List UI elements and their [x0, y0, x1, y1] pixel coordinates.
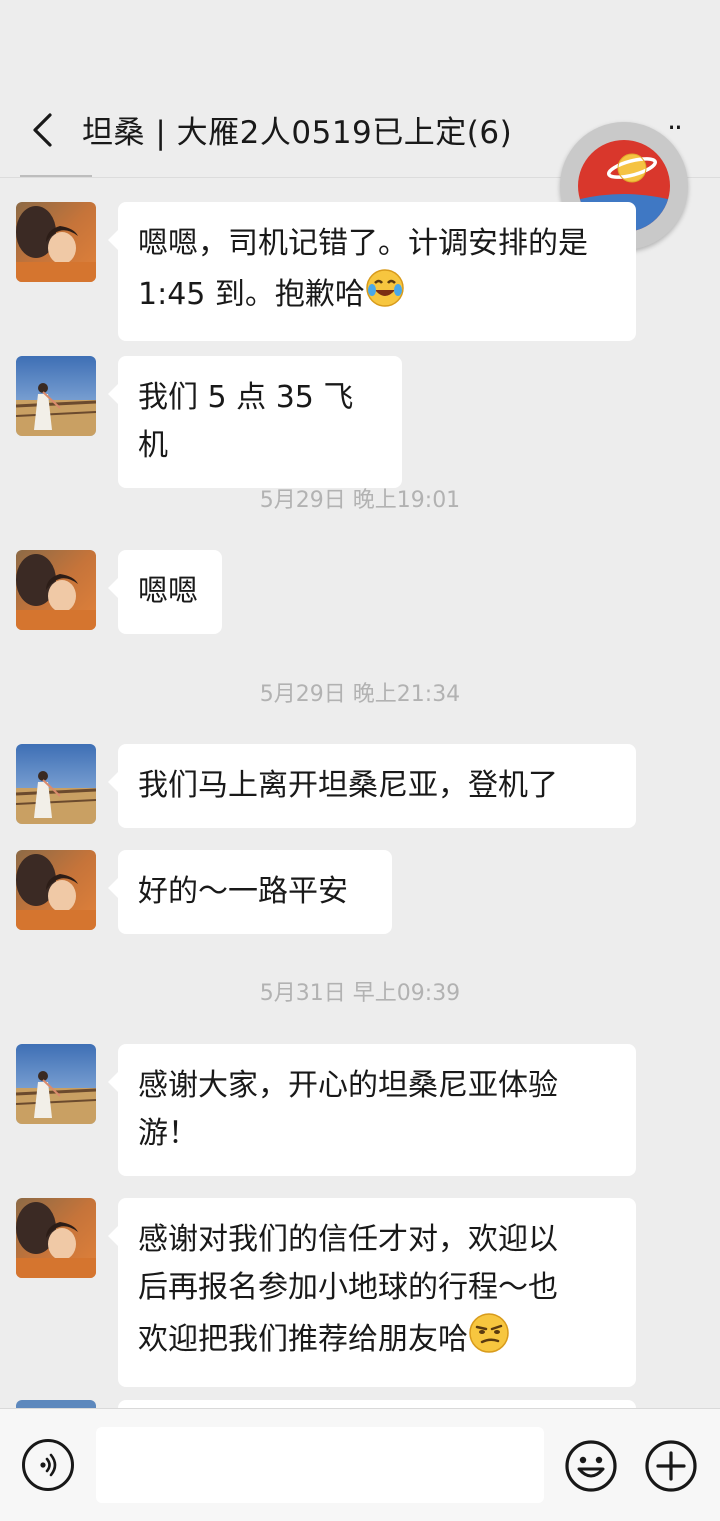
voice-button[interactable]	[22, 1439, 74, 1491]
emoji-face-icon	[565, 1440, 617, 1492]
message-text-line: 1:45 到。抱歉哈	[138, 268, 616, 323]
voice-icon	[40, 1453, 57, 1477]
traveler-avatar[interactable]	[16, 744, 96, 824]
message-bubble[interactable]: 感谢大家，开心的坦桑尼亚体验 游！	[108, 1044, 636, 1176]
chat-title: 坦桑 | 大雁2人0519已上定(6)	[82, 115, 513, 151]
message-text-line: 后再报名参加小地球的行程～也	[138, 1270, 558, 1305]
message-text-line: 感谢对我们的信任才对，欢迎以	[138, 1222, 558, 1257]
message-text-line: 游！	[138, 1116, 198, 1151]
message-input[interactable]	[96, 1427, 544, 1503]
message-text-line: 我们马上离开坦桑尼亚，登机了	[138, 768, 558, 803]
guide-avatar[interactable]	[16, 202, 96, 282]
smirk-emoji	[468, 1312, 510, 1369]
timestamp: 5月29日 晚上19:01	[259, 488, 461, 513]
message-bubble[interactable]: 感谢对我们的信任才对，欢迎以 后再报名参加小地球的行程～也 欢迎把我们推荐给朋友…	[108, 1198, 636, 1387]
guide-avatar[interactable]	[16, 1198, 96, 1278]
guide-avatar[interactable]	[16, 550, 96, 630]
message-text-line: 感谢大家，开心的坦桑尼亚体验	[138, 1068, 558, 1103]
partial-previous-message	[20, 175, 92, 177]
message-text-line: 好的～一路平安	[138, 874, 348, 909]
message-text-line: 欢迎把我们推荐给朋友哈	[138, 1312, 616, 1369]
timestamp: 5月31日 早上09:39	[259, 981, 461, 1006]
timestamp: 5月29日 晚上21:34	[259, 682, 461, 707]
traveler-avatar[interactable]	[16, 1044, 96, 1124]
back-button[interactable]	[22, 108, 62, 152]
crying-laughing-emoji	[365, 268, 405, 323]
message-bubble[interactable]: 嗯嗯，司机记错了。计调安排的是 1:45 到。抱歉哈	[108, 202, 636, 341]
emoji-button[interactable]	[564, 1439, 618, 1493]
input-bar	[0, 1408, 720, 1521]
guide-avatar[interactable]	[16, 850, 96, 930]
traveler-avatar[interactable]	[16, 356, 96, 436]
message-text-line: 我们 5 点 35 飞机	[138, 380, 354, 463]
message-bubble[interactable]: 嗯嗯	[108, 550, 222, 634]
message-bubble[interactable]: 好的～一路平安	[108, 850, 392, 934]
chevron-left-icon	[33, 113, 52, 147]
message-text-line: 嗯嗯	[138, 574, 198, 609]
plus-button[interactable]	[644, 1439, 698, 1493]
message-text-line: 嗯嗯，司机记错了。计调安排的是	[138, 226, 588, 261]
message-bubble[interactable]: 我们马上离开坦桑尼亚，登机了	[108, 744, 636, 828]
message-bubble[interactable]: 我们 5 点 35 飞机	[108, 356, 402, 488]
plus-circle-icon	[645, 1440, 697, 1492]
